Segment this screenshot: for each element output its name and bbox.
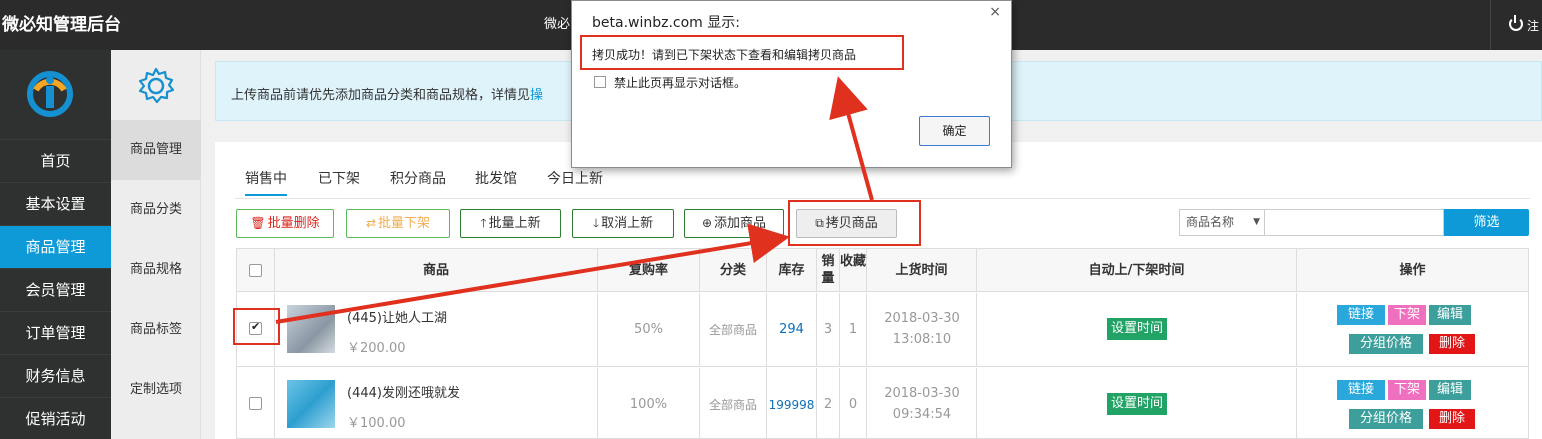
arrow-down-icon: 🡓 bbox=[592, 216, 600, 230]
product-table: 商品 复购率 分类 库存 销量 收藏 上货时间 自动上/下架时间 操作 (445… bbox=[236, 248, 1529, 439]
search-field-select[interactable]: 商品名称 ▼ bbox=[1179, 209, 1265, 236]
set-time-button[interactable]: 设置时间 bbox=[1107, 318, 1167, 340]
subnav-item-categories[interactable]: 商品分类 bbox=[111, 180, 201, 240]
tab-on-sale[interactable]: 销售中 bbox=[245, 168, 287, 196]
sales-cell: 3 bbox=[817, 293, 840, 367]
brand-title: 微必知管理后台 bbox=[2, 15, 121, 35]
product-name[interactable]: (445)让她人工湖 bbox=[347, 307, 447, 326]
header-auto-time: 自动上/下架时间 bbox=[977, 249, 1297, 292]
product-price: ￥100.00 bbox=[347, 416, 406, 431]
favorites-cell: 0 bbox=[840, 368, 867, 439]
header-product: 商品 bbox=[275, 249, 598, 292]
category-cell: 全部商品 bbox=[700, 293, 767, 367]
tab-wholesale[interactable]: 批发馆 bbox=[475, 168, 517, 188]
suppress-dialog-checkbox[interactable] bbox=[594, 76, 606, 88]
table-row: (445)让她人工湖 ￥200.00 50% 全部商品 294 3 1 2018… bbox=[237, 293, 1528, 367]
product-name[interactable]: (444)发刚还哦就发 bbox=[347, 382, 460, 401]
sales-cell: 2 bbox=[817, 368, 840, 439]
header-category: 分类 bbox=[700, 249, 767, 292]
gear-icon bbox=[138, 67, 175, 104]
filter-button[interactable]: 筛选 bbox=[1444, 209, 1529, 236]
stock-cell[interactable]: 199998 bbox=[767, 368, 817, 439]
row-checkbox[interactable] bbox=[249, 397, 262, 410]
offshelf-button[interactable]: 下架 bbox=[1388, 305, 1426, 325]
batch-offshelf-button[interactable]: ⇄ 批量下架 bbox=[346, 209, 450, 238]
category-cell: 全部商品 bbox=[700, 368, 767, 439]
nav-item-promotions[interactable]: 促销活动 bbox=[0, 397, 111, 439]
subnav-item-tags[interactable]: 商品标签 bbox=[111, 300, 201, 360]
delete-button[interactable]: 删除 bbox=[1429, 334, 1475, 354]
repurchase-rate: 50% bbox=[598, 293, 700, 367]
tabs-divider bbox=[235, 198, 1530, 199]
subnav-item-product-management[interactable]: 商品管理 bbox=[111, 120, 201, 180]
batch-new-button[interactable]: 🡑 批量上新 bbox=[460, 209, 561, 238]
notice-link[interactable]: 操 bbox=[530, 88, 543, 103]
batch-delete-button[interactable]: 🗑 批量删除 bbox=[236, 209, 334, 238]
set-time-button[interactable]: 设置时间 bbox=[1107, 393, 1167, 415]
product-price: ￥200.00 bbox=[347, 341, 406, 356]
notice-text: 上传商品前请优先添加商品分类和商品规格，详情见 bbox=[231, 88, 531, 103]
group-price-button[interactable]: 分组价格 bbox=[1349, 334, 1423, 354]
add-product-button[interactable]: ⊕ 添加商品 bbox=[684, 209, 784, 238]
nav-item-basic-settings[interactable]: 基本设置 bbox=[0, 182, 111, 225]
subnav-item-specs[interactable]: 商品规格 bbox=[111, 240, 201, 300]
arrow-up-icon: 🡑 bbox=[480, 216, 487, 230]
edit-button[interactable]: 编辑 bbox=[1429, 380, 1471, 400]
dialog-title: beta.winbz.com 显示: bbox=[592, 15, 740, 31]
delete-button[interactable]: 删除 bbox=[1429, 409, 1475, 429]
link-button[interactable]: 链接 bbox=[1337, 305, 1385, 325]
nav-item-products[interactable]: 商品管理 bbox=[0, 225, 111, 268]
logout-label: 注 bbox=[1527, 19, 1540, 33]
sub-sidebar: 商品管理 商品分类 商品规格 商品标签 定制选项 bbox=[111, 50, 201, 439]
offshelf-button[interactable]: 下架 bbox=[1388, 380, 1426, 400]
highlight-dialog-message bbox=[580, 35, 904, 70]
nav-item-home[interactable]: 首页 bbox=[0, 139, 111, 182]
top-center-text: 微必 bbox=[544, 17, 571, 32]
table-row: (444)发刚还哦就发 ￥100.00 100% 全部商品 199998 2 0… bbox=[237, 368, 1528, 439]
select-all-checkbox[interactable] bbox=[249, 264, 262, 277]
main-sidebar: 首页 基本设置 商品管理 会员管理 订单管理 财务信息 促销活动 bbox=[0, 50, 111, 439]
plus-circle-icon: ⊕ bbox=[701, 216, 713, 230]
highlight-row-checkbox bbox=[233, 308, 280, 345]
repurchase-rate: 100% bbox=[598, 368, 700, 439]
shelf-date: 2018-03-30 bbox=[884, 311, 960, 326]
stock-cell[interactable]: 294 bbox=[767, 293, 817, 367]
power-icon bbox=[1509, 15, 1523, 31]
group-price-button[interactable]: 分组价格 bbox=[1349, 409, 1423, 429]
logo-icon bbox=[27, 71, 73, 117]
header-actions: 操作 bbox=[1399, 263, 1426, 278]
search-input[interactable] bbox=[1264, 209, 1444, 236]
tab-points-products[interactable]: 积分商品 bbox=[390, 168, 446, 188]
product-thumbnail bbox=[287, 380, 335, 428]
favorites-cell: 1 bbox=[840, 293, 867, 367]
shelf-time: 13:08:10 bbox=[892, 332, 952, 347]
nav-item-finance[interactable]: 财务信息 bbox=[0, 354, 111, 397]
caret-down-icon: ▼ bbox=[1253, 217, 1260, 227]
edit-button[interactable]: 编辑 bbox=[1429, 305, 1471, 325]
shelf-date: 2018-03-30 bbox=[884, 386, 960, 401]
nav-item-orders[interactable]: 订单管理 bbox=[0, 311, 111, 354]
header-shelf-time: 上货时间 bbox=[867, 249, 977, 292]
ok-button[interactable]: 确定 bbox=[919, 116, 990, 146]
link-button[interactable]: 链接 bbox=[1337, 380, 1385, 400]
header-sales: 销量 bbox=[817, 249, 840, 292]
shelf-time: 09:34:54 bbox=[892, 407, 952, 422]
cancel-new-button[interactable]: 🡓 取消上新 bbox=[572, 209, 674, 238]
header-favorites: 收藏 bbox=[840, 249, 867, 292]
suppress-dialog-label: 禁止此页再显示对话框。 bbox=[614, 76, 747, 90]
close-icon[interactable]: × bbox=[989, 4, 1001, 20]
header-stock: 库存 bbox=[767, 249, 817, 292]
tab-new-today[interactable]: 今日上新 bbox=[547, 168, 603, 188]
subnav-item-custom-options[interactable]: 定制选项 bbox=[111, 360, 201, 420]
highlight-copy-button bbox=[788, 200, 921, 246]
table-header: 商品 复购率 分类 库存 销量 收藏 上货时间 自动上/下架时间 操作 bbox=[237, 249, 1528, 292]
tab-off-shelf[interactable]: 已下架 bbox=[318, 168, 360, 188]
logout-button[interactable]: 注 bbox=[1490, 0, 1542, 50]
alert-dialog: beta.winbz.com 显示: × 拷贝成功！请到已下架状态下查看和编辑拷… bbox=[571, 0, 1012, 168]
header-repurchase: 复购率 bbox=[598, 249, 700, 292]
nav-item-members[interactable]: 会员管理 bbox=[0, 268, 111, 311]
refresh-icon: ⇄ bbox=[365, 216, 377, 230]
trash-icon: 🗑 bbox=[250, 216, 266, 230]
product-thumbnail bbox=[287, 305, 335, 353]
